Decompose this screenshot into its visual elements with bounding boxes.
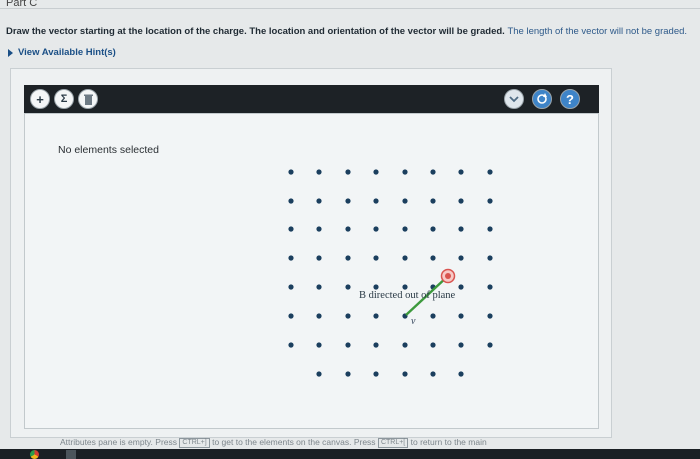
- field-dot: [430, 255, 436, 261]
- field-dot: [316, 255, 322, 261]
- field-dot: [345, 313, 351, 319]
- field-dot: [316, 284, 322, 290]
- field-dot: [430, 226, 436, 232]
- field-dot: [458, 255, 464, 261]
- shortcut-key-2: CTRL+[: [377, 437, 409, 448]
- field-dot: [373, 255, 379, 261]
- attributes-status: Attributes pane is empty. Press CTRL+] t…: [0, 437, 700, 449]
- field-dot: [487, 284, 493, 290]
- field-dot: [288, 284, 294, 290]
- field-dot: [288, 169, 294, 175]
- field-dot: [458, 342, 464, 348]
- field-dot: [345, 169, 351, 175]
- status-text-1: Attributes pane is empty. Press: [60, 437, 178, 447]
- field-dot: [316, 313, 322, 319]
- field-dot: [458, 226, 464, 232]
- field-dot: [487, 255, 493, 261]
- field-dot: [373, 226, 379, 232]
- charge-core: [445, 273, 451, 279]
- field-dot: [402, 284, 408, 290]
- field-dot: [487, 198, 493, 204]
- field-dot: [458, 284, 464, 290]
- field-dot: [316, 226, 322, 232]
- field-dot: [288, 313, 294, 319]
- field-dot: [288, 255, 294, 261]
- field-dot: [316, 198, 322, 204]
- field-dot: [487, 342, 493, 348]
- field-dot: [430, 313, 436, 319]
- field-dot: [458, 169, 464, 175]
- field-dot: [316, 371, 322, 377]
- field-dot: [373, 169, 379, 175]
- velocity-label: v: [411, 316, 416, 327]
- field-dot: [430, 342, 436, 348]
- field-dot: [373, 371, 379, 377]
- field-dot: [345, 371, 351, 377]
- field-dot: [458, 313, 464, 319]
- calculator-icon[interactable]: [66, 450, 76, 459]
- shortcut-key-1: CTRL+]: [179, 437, 210, 448]
- field-dot: [487, 313, 493, 319]
- field-dot: [402, 169, 408, 175]
- field-dot: [458, 371, 464, 377]
- field-dot: [316, 169, 322, 175]
- status-text-3: to return to the main: [410, 437, 487, 447]
- field-dot: [345, 342, 351, 348]
- field-dot: [458, 198, 464, 204]
- field-dot: [288, 198, 294, 204]
- browser-icon[interactable]: [30, 450, 39, 459]
- field-dot: [430, 371, 436, 377]
- field-dot: [430, 169, 436, 175]
- field-dot: [373, 342, 379, 348]
- field-dot: [430, 198, 436, 204]
- field-dot: [402, 255, 408, 261]
- field-dot: [288, 342, 294, 348]
- field-dot: [373, 284, 379, 290]
- field-dot: [373, 198, 379, 204]
- field-dot: [345, 226, 351, 232]
- field-dot: [345, 255, 351, 261]
- field-dot: [402, 342, 408, 348]
- field-dot: [345, 284, 351, 290]
- field-dot: [402, 198, 408, 204]
- field-dot: [487, 226, 493, 232]
- field-dot: [487, 169, 493, 175]
- field-dot: [373, 313, 379, 319]
- field-dot: [316, 342, 322, 348]
- field-dot: [402, 371, 408, 377]
- magnetic-field-dots: [288, 169, 493, 377]
- field-direction-label: B directed out of plane: [359, 290, 456, 301]
- status-text-2: to get to the elements on the canvas. Pr…: [212, 437, 376, 447]
- field-dot: [345, 198, 351, 204]
- field-dot: [402, 226, 408, 232]
- os-taskbar: [0, 449, 700, 459]
- field-dot: [288, 226, 294, 232]
